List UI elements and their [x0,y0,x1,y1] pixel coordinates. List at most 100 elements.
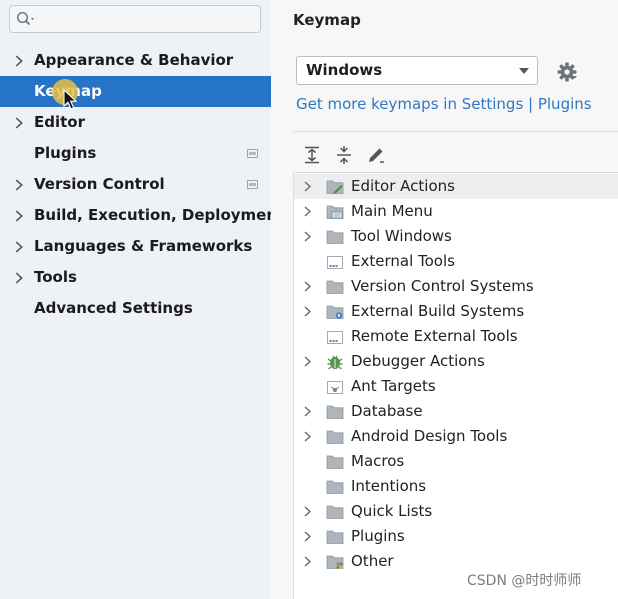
chevron-right-icon[interactable] [303,356,312,367]
other-folder-icon [326,555,344,569]
sidebar-item-tools[interactable]: Tools [0,262,271,293]
chevron-right-icon[interactable] [303,306,312,317]
sidebar-item-label: Languages & Frameworks [34,237,253,255]
chevron-right-icon[interactable] [14,117,24,129]
external-tools-icon [327,256,343,269]
folder-icon [326,455,344,469]
project-level-settings-icon [247,180,258,189]
chevron-right-icon[interactable] [303,231,312,242]
search-input[interactable] [9,5,261,33]
chevron-right-icon[interactable] [303,181,312,192]
divider [293,131,618,132]
sidebar-item-label: Appearance & Behavior [34,51,234,69]
tree-node-label: Main Menu [351,202,433,220]
menu-folder-icon [326,205,344,219]
chevron-right-icon[interactable] [14,272,24,284]
chevron-down-icon [519,68,529,74]
project-level-settings-icon [247,149,258,158]
tree-node-remote-external-tools[interactable]: Remote External Tools [294,324,618,349]
edit-shortcut-icon[interactable] [366,145,386,165]
chevron-right-icon[interactable] [14,210,24,222]
expand-all-icon[interactable] [302,145,322,165]
chevron-right-icon[interactable] [303,531,312,542]
folder-icon [326,505,344,519]
sidebar-item-advanced-settings[interactable]: Advanced Settings [0,293,271,324]
tree-node-label: Version Control Systems [351,277,534,295]
tree-node-label: Intentions [351,477,427,495]
keymap-action-tree[interactable]: Editor Actions Main Menu Tool Windows Exter… [293,172,618,599]
sidebar-item-keymap[interactable]: Keymap [0,76,271,107]
tree-node-label: Remote External Tools [351,327,518,345]
tree-node-label: External Tools [351,252,455,270]
tree-node-macros[interactable]: Macros [294,449,618,474]
chevron-right-icon[interactable] [303,281,312,292]
tree-node-debugger-actions[interactable]: Debugger Actions [294,349,618,374]
keymap-select-value: Windows [306,61,383,79]
tree-node-plugins[interactable]: Plugins [294,524,618,549]
sidebar-item-label: Editor [34,113,85,131]
tree-node-label: Debugger Actions [351,352,485,370]
tree-node-intentions[interactable]: Intentions [294,474,618,499]
build-folder-icon [326,305,344,319]
tree-node-quick-lists[interactable]: Quick Lists [294,499,618,524]
chevron-right-icon[interactable] [303,431,312,442]
tree-node-label: Quick Lists [351,502,433,520]
tree-node-tool-windows[interactable]: Tool Windows [294,224,618,249]
mouse-pointer-icon [63,89,78,110]
tree-node-label: External Build Systems [351,302,525,320]
chevron-right-icon[interactable] [303,506,312,517]
sidebar-item-appearance-behavior[interactable]: Appearance & Behavior [0,45,271,76]
tree-node-editor-actions[interactable]: Editor Actions [294,174,618,199]
chevron-right-icon[interactable] [303,206,312,217]
tree-node-external-build-systems[interactable]: External Build Systems [294,299,618,324]
tree-node-label: Ant Targets [351,377,436,395]
collapse-all-icon[interactable] [334,145,354,165]
tree-node-label: Database [351,402,423,420]
folder-icon [326,430,344,444]
sidebar-item-label: Tools [34,268,77,286]
keymap-panel: Keymap Windows Get more keymaps in Setti… [271,0,618,599]
tree-node-external-tools[interactable]: External Tools [294,249,618,274]
sidebar-item-plugins[interactable]: Plugins [0,138,271,169]
tree-node-label: Tool Windows [351,227,452,245]
tree-node-label: Plugins [351,527,405,545]
folder-icon [326,530,344,544]
more-keymaps-link[interactable]: Get more keymaps in Settings | Plugins [296,95,592,113]
watermark: CSDN @时时师师 [467,573,582,589]
tree-node-label: Macros [351,452,405,470]
folder-icon [326,480,344,494]
tree-node-label: Other [351,552,394,570]
tree-node-version-control-systems[interactable]: Version Control Systems [294,274,618,299]
sidebar-item-editor[interactable]: Editor [0,107,271,138]
chevron-right-icon[interactable] [303,406,312,417]
tree-node-label: Editor Actions [351,177,455,195]
folder-icon [326,405,344,419]
gear-icon[interactable] [556,61,578,83]
tree-node-main-menu[interactable]: Main Menu [294,199,618,224]
chevron-right-icon[interactable] [14,179,24,191]
external-tools-icon [327,331,343,344]
folder-icon [326,280,344,294]
tree-node-label: Android Design Tools [351,427,508,445]
chevron-right-icon[interactable] [303,556,312,567]
sidebar-item-label: Advanced Settings [34,299,193,317]
sidebar-item-languages-frameworks[interactable]: Languages & Frameworks [0,231,271,262]
tree-node-database[interactable]: Database [294,399,618,424]
ant-icon [327,381,343,394]
page-title: Keymap [293,11,361,29]
tree-node-ant-targets[interactable]: Ant Targets [294,374,618,399]
sidebar-item-build-execution-deployment[interactable]: Build, Execution, Deployment [0,200,284,231]
sidebar-item-version-control[interactable]: Version Control [0,169,271,200]
folder-icon [326,230,344,244]
editor-actions-icon [326,180,344,194]
tree-node-android-design-tools[interactable]: Android Design Tools [294,424,618,449]
keymap-select[interactable]: Windows [296,56,538,85]
chevron-right-icon[interactable] [14,241,24,253]
sidebar-item-label: Plugins [34,144,97,162]
search-icon [16,11,34,26]
bug-icon [327,355,343,370]
sidebar-item-label: Version Control [34,175,165,193]
sidebar-item-label: Build, Execution, Deployment [34,206,285,224]
settings-sidebar: Appearance & Behavior Keymap Editor Plugins… [0,0,284,599]
chevron-right-icon[interactable] [14,55,24,67]
